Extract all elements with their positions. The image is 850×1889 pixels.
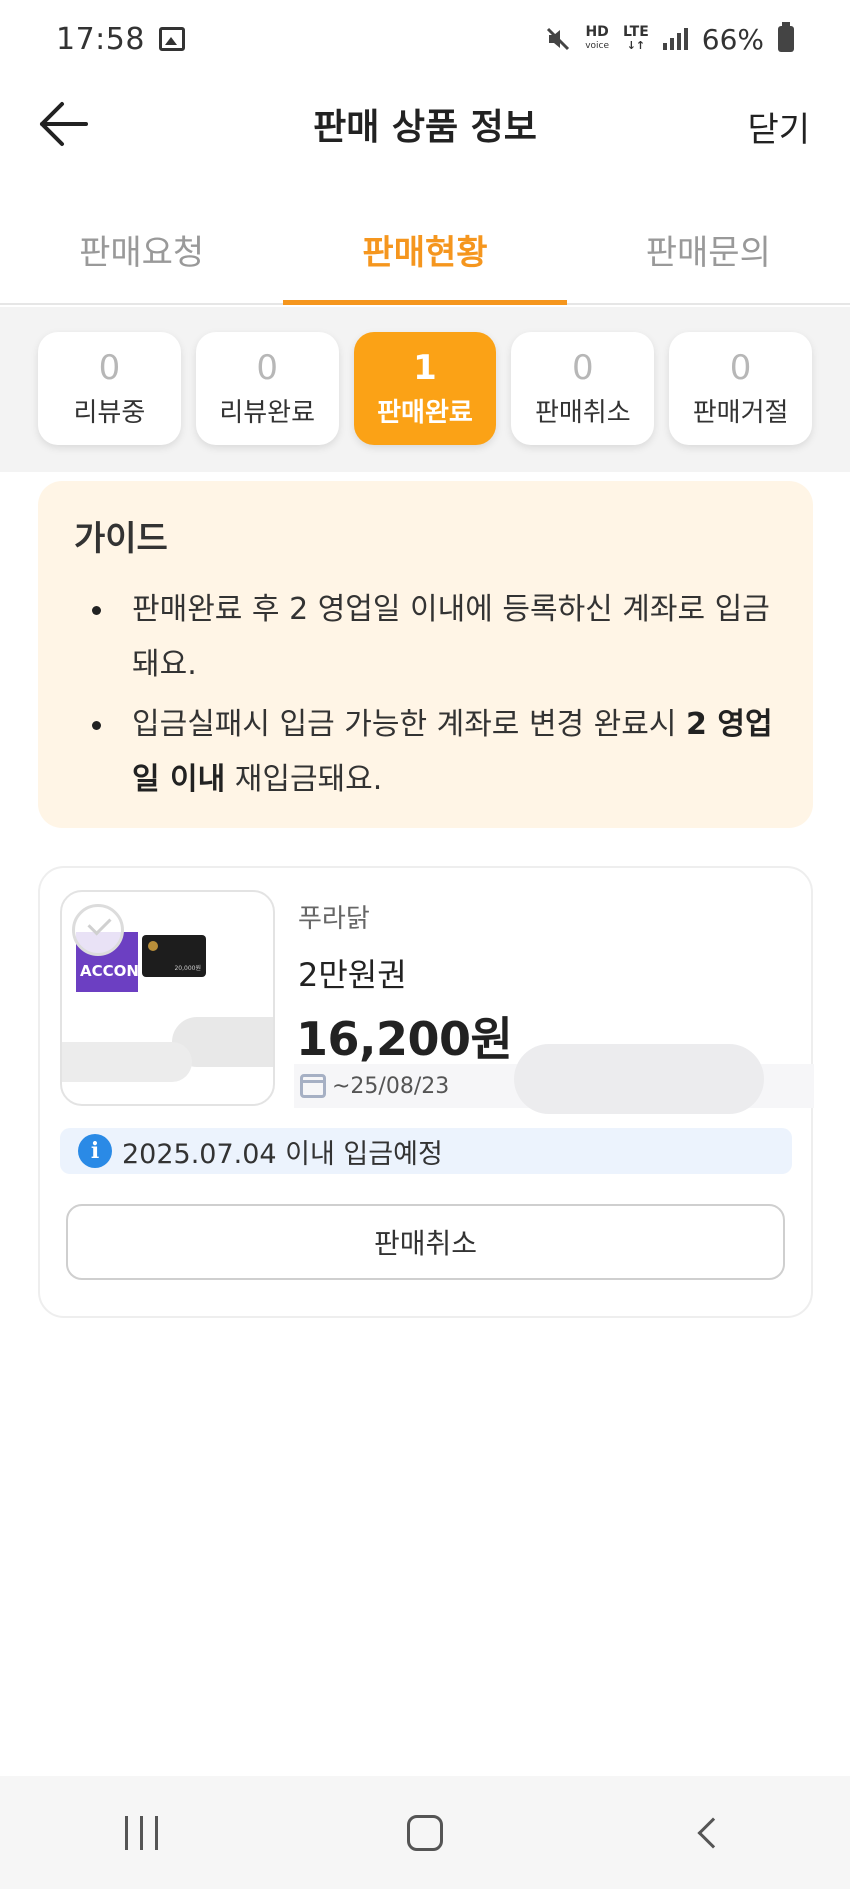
guide-item: 입금실패시 입금 가능한 계좌로 변경 완료시 2 영업일 이내 재입금돼요. xyxy=(74,697,777,807)
filter-reviewing[interactable]: 0 리뷰중 xyxy=(38,332,181,445)
guide-box: 가이드 판매완료 후 2 영업일 이내에 등록하신 계좌로 입금돼요. 입금실패… xyxy=(38,481,813,828)
filter-count: 0 xyxy=(729,348,752,388)
status-icons: HD voice LTE ↓↑ 66% xyxy=(545,22,794,56)
filter-count: 0 xyxy=(571,348,594,388)
product-card[interactable]: ACCON 20,000원 푸라닭 2만원권 16,200원 ~25/08/23… xyxy=(38,866,814,1318)
filter-label: 리뷰중 xyxy=(73,398,146,428)
product-price: 16,200원 xyxy=(296,1012,513,1066)
hd-voice-indicator: HD voice xyxy=(585,25,609,53)
filter-label: 리뷰완료 xyxy=(219,398,316,428)
info-icon: i xyxy=(78,1134,112,1168)
recents-icon xyxy=(125,1815,159,1850)
nav-back-icon xyxy=(697,1816,729,1849)
system-back-button[interactable] xyxy=(668,1803,748,1863)
filter-label: 판매완료 xyxy=(377,398,473,428)
deposit-notice: i 2025.07.04 이내 입금예정 xyxy=(60,1128,792,1174)
guide-item-text: 입금실패시 입금 가능한 계좌로 변경 완료시 xyxy=(132,707,687,742)
home-button[interactable] xyxy=(385,1803,465,1863)
lte-indicator: LTE ↓↑ xyxy=(623,25,649,53)
lte-label: LTE xyxy=(623,24,649,40)
filter-count: 0 xyxy=(98,348,121,388)
filter-count: 0 xyxy=(256,348,279,388)
deposit-notice-text: 2025.07.04 이내 입금예정 xyxy=(122,1138,443,1170)
battery-percent: 66% xyxy=(701,22,764,56)
page-title: 판매 상품 정보 xyxy=(313,107,537,148)
guide-list: 판매완료 후 2 영업일 이내에 등록하신 계좌로 입금돼요. 입금실패시 입금… xyxy=(74,582,777,807)
guide-title: 가이드 xyxy=(74,519,168,559)
filter-sale-rejected[interactable]: 0 판매거절 xyxy=(669,332,812,445)
expiry-row: ~25/08/23 xyxy=(294,1044,814,1114)
image-icon xyxy=(158,27,185,51)
hd-sub-label: voice xyxy=(585,41,610,51)
tab-bar: 판매요청 판매현황 판매문의 xyxy=(0,205,850,305)
product-name: 2만원권 xyxy=(298,956,407,994)
product-brand: 푸라닭 xyxy=(298,904,370,934)
tab-sale-status[interactable]: 판매현황 xyxy=(283,205,567,305)
product-thumbnail: ACCON 20,000원 xyxy=(60,890,275,1106)
status-filter-area: 0 리뷰중 0 리뷰완료 1 판매완료 0 판매취소 0 판매거절 xyxy=(0,307,850,472)
filter-sale-cancelled[interactable]: 0 판매취소 xyxy=(511,332,655,445)
expiry-date: ~25/08/23 xyxy=(332,1073,450,1099)
mute-icon xyxy=(547,27,570,51)
home-icon xyxy=(406,1814,443,1851)
thumbnail-card-value: 20,000원 xyxy=(174,965,201,972)
thumbnail-gift-card: 20,000원 xyxy=(142,935,206,977)
status-filter-row: 0 리뷰중 0 리뷰완료 1 판매완료 0 판매취소 0 판매거절 xyxy=(0,307,850,445)
filter-label: 판매취소 xyxy=(534,398,631,428)
guide-item: 판매완료 후 2 영업일 이내에 등록하신 계좌로 입금돼요. xyxy=(74,582,777,692)
filter-count: 1 xyxy=(413,348,437,388)
close-button[interactable]: 닫기 xyxy=(747,102,810,151)
check-icon[interactable] xyxy=(72,904,124,956)
thumbnail-logo-text: ACCON xyxy=(80,962,139,980)
tab-sale-request[interactable]: 판매요청 xyxy=(0,205,283,303)
filter-sale-complete[interactable]: 1 판매완료 xyxy=(353,332,497,445)
redacted-area xyxy=(514,1044,764,1114)
app-header: 판매 상품 정보 닫기 xyxy=(0,78,850,170)
guide-item-text: 재입금돼요. xyxy=(225,762,383,797)
signal-icon xyxy=(662,28,688,50)
calendar-icon xyxy=(300,1074,326,1098)
back-button[interactable] xyxy=(36,98,92,150)
redacted-area xyxy=(62,1042,192,1082)
system-nav-bar xyxy=(0,1776,850,1889)
hd-label: HD xyxy=(585,24,609,40)
status-time: 17:58 xyxy=(56,21,145,57)
guide-item-text: 판매완료 후 2 영업일 이내에 등록하신 계좌로 입금돼요. xyxy=(132,592,770,682)
lte-arrows-icon: ↓↑ xyxy=(626,39,646,52)
filter-label: 판매거절 xyxy=(692,398,789,428)
status-bar: 17:58 HD voice LTE ↓↑ 66% xyxy=(0,0,850,78)
tab-sale-inquiry[interactable]: 판매문의 xyxy=(567,205,850,303)
recents-button[interactable] xyxy=(102,1803,182,1863)
back-arrow-icon xyxy=(40,102,88,146)
filter-review-complete[interactable]: 0 리뷰완료 xyxy=(195,332,339,445)
battery-icon xyxy=(778,22,794,52)
cancel-sale-button[interactable]: 판매취소 xyxy=(66,1204,785,1280)
